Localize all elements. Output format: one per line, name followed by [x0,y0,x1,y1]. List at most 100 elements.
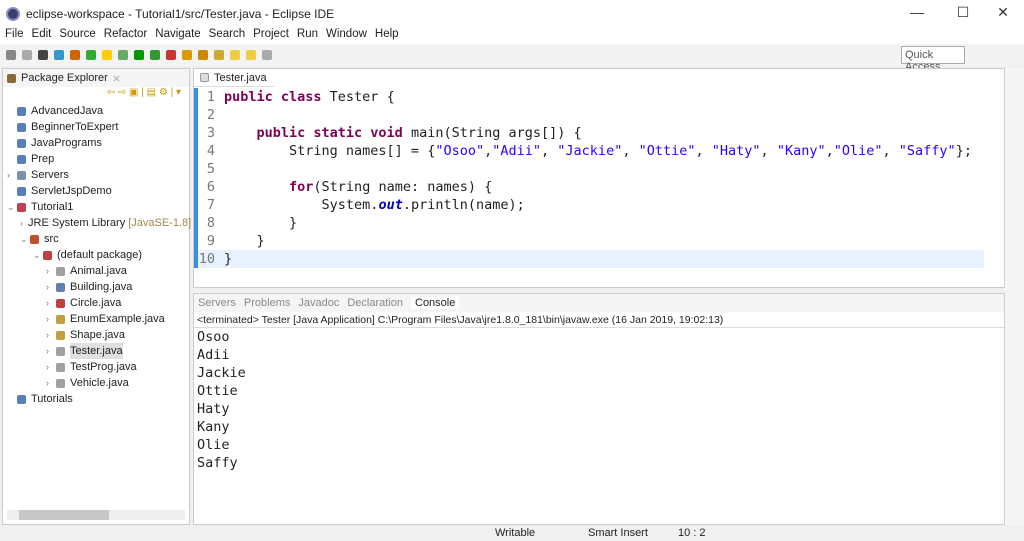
menu-bar: File Edit Source Refactor Navigate Search Proj… [0,28,1024,44]
tree-item[interactable]: ⌄ Tutorial1 [3,199,189,215]
toolbar-button-icon[interactable] [102,50,112,60]
expand-arrow-icon[interactable]: › [7,167,17,183]
tree-item-icon [56,330,65,340]
tree-item-label: Servers [31,169,69,181]
expand-arrow-icon[interactable]: ⌄ [20,231,30,247]
menu-search[interactable]: Search [209,28,245,44]
tree-item[interactable]: › JRE System Library [JavaSE-1.8] [3,215,191,231]
tab-problems[interactable]: Problems [244,297,290,309]
tab-label: Tester.java [214,71,267,84]
tab-declaration[interactable]: Declaration [347,297,403,309]
tab-servers[interactable]: Servers [198,297,236,309]
maximize-button[interactable]: ☐ [948,4,978,21]
menu-run[interactable]: Run [297,28,318,44]
menu-navigate[interactable]: Navigate [155,28,200,44]
tree-item[interactable]: › Animal.java [3,263,189,279]
tab-javadoc[interactable]: Javadoc [298,297,339,309]
tree-item[interactable]: ServletJspDemo [3,183,189,199]
toolbar-button-icon[interactable] [134,50,144,60]
tab-tester-java[interactable]: Tester.java [194,69,274,87]
code-token: public class [224,89,330,105]
toolbar-button-icon[interactable] [150,50,160,60]
expand-arrow-icon[interactable]: › [46,311,56,327]
horizontal-scrollbar[interactable] [7,510,185,520]
code-token: "Saffy" [898,143,956,159]
expand-arrow-icon[interactable]: › [46,327,56,343]
status-insert-mode: Smart Insert [588,527,648,539]
tab-console[interactable]: Console [411,297,460,309]
minimize-button[interactable]: — [902,4,932,20]
toolbar-button-icon[interactable] [54,50,64,60]
tree-item-icon [17,106,26,116]
close-button[interactable]: ✕ [988,4,1018,21]
code-token: String names[] = { [224,143,436,159]
toolbar-button-icon[interactable] [118,50,128,60]
tree-item-label: Prep [31,153,55,165]
tree-item[interactable]: › Building.java [3,279,189,295]
menu-help[interactable]: Help [375,28,399,44]
tree-item-label: JRE System Library [28,217,126,229]
tree-item[interactable]: BeginnerToExpert [3,119,189,135]
menu-refactor[interactable]: Refactor [104,28,147,44]
expand-arrow-icon[interactable]: › [20,215,23,231]
expand-arrow-icon[interactable]: › [46,359,56,375]
status-cursor-position: 10 : 2 [678,527,706,539]
toolbar [0,44,1024,66]
menu-project[interactable]: Project [253,28,289,44]
tree-item[interactable]: › Shape.java [3,327,189,343]
tree-item-icon [17,202,26,212]
tree-item[interactable]: › EnumExample.java [3,311,189,327]
toolbar-button-icon[interactable] [86,50,96,60]
tree-item[interactable]: › Vehicle.java [3,375,189,391]
toolbar-button-icon[interactable] [6,50,16,60]
expand-arrow-icon[interactable]: ⌄ [7,199,17,215]
toolbar-button-icon[interactable] [182,50,192,60]
tree-item[interactable]: › Servers [3,167,189,183]
quick-access-input[interactable]: Quick Access [901,46,965,73]
code-token: , [760,143,777,159]
project-tree: AdvancedJava BeginnerToExpert JavaPrograms… [3,103,191,407]
toolbar-button-icon[interactable] [22,50,32,60]
menu-window[interactable]: Window [326,28,367,44]
toolbar-button-icon[interactable] [214,50,224,60]
expand-arrow-icon[interactable]: › [46,295,56,311]
code-editor[interactable]: Tester.java 1 public class Tester {2 3 pub… [193,68,1005,288]
package-explorer-tab[interactable]: Package Explorer ⨯ [3,69,189,87]
tree-item[interactable]: AdvancedJava [3,103,189,119]
console-output[interactable]: Osoo Adii Jackie Ottie Haty Kany Olie Saffy [194,328,1004,472]
line-number: 2 [194,106,220,124]
toolbar-button-icon[interactable] [70,50,80,60]
toolbar-button-icon[interactable] [246,50,256,60]
tree-item-icon [56,282,65,292]
menu-file[interactable]: File [5,28,24,44]
toolbar-button-icon[interactable] [38,50,48,60]
tree-item[interactable]: Prep [3,151,189,167]
code-area[interactable]: 1 public class Tester {2 3 public static v… [194,88,984,268]
expand-arrow-icon[interactable]: › [46,263,56,279]
line-number: 6 [194,178,220,196]
expand-arrow-icon[interactable]: › [46,343,56,359]
tree-item[interactable]: › TestProg.java [3,359,189,375]
expand-arrow-icon[interactable]: › [46,279,56,295]
code-token: Tester { [329,89,395,105]
tree-item[interactable]: › Tester.java [3,343,189,359]
menu-edit[interactable]: Edit [32,28,52,44]
package-explorer: Package Explorer ⨯ ⇦ ⇨ ▣ | ▤ ⚙ | ▾ Advanc… [2,68,191,525]
menu-source[interactable]: Source [59,28,95,44]
toolbar-button-icon[interactable] [166,50,176,60]
tree-item[interactable]: ⌄ (default package) [3,247,189,263]
tree-item[interactable]: › Circle.java [3,295,189,311]
expand-arrow-icon[interactable]: ⌄ [33,247,43,263]
tree-item[interactable]: JavaPrograms [3,135,189,151]
tree-item-label: AdvancedJava [31,105,104,117]
toolbar-button-icon[interactable] [198,50,208,60]
code-token: , [882,143,899,159]
window-title: eclipse-workspace - Tutorial1/src/Tester… [26,7,335,21]
toolbar-button-icon[interactable] [262,50,272,60]
toolbar-button-icon[interactable] [230,50,240,60]
console-output-line: Ottie [197,383,238,399]
tree-item[interactable]: ⌄ src [3,231,189,247]
expand-arrow-icon[interactable]: › [46,375,56,391]
tree-item[interactable]: Tutorials [3,391,189,407]
tree-item-label: Vehicle.java [70,377,129,389]
